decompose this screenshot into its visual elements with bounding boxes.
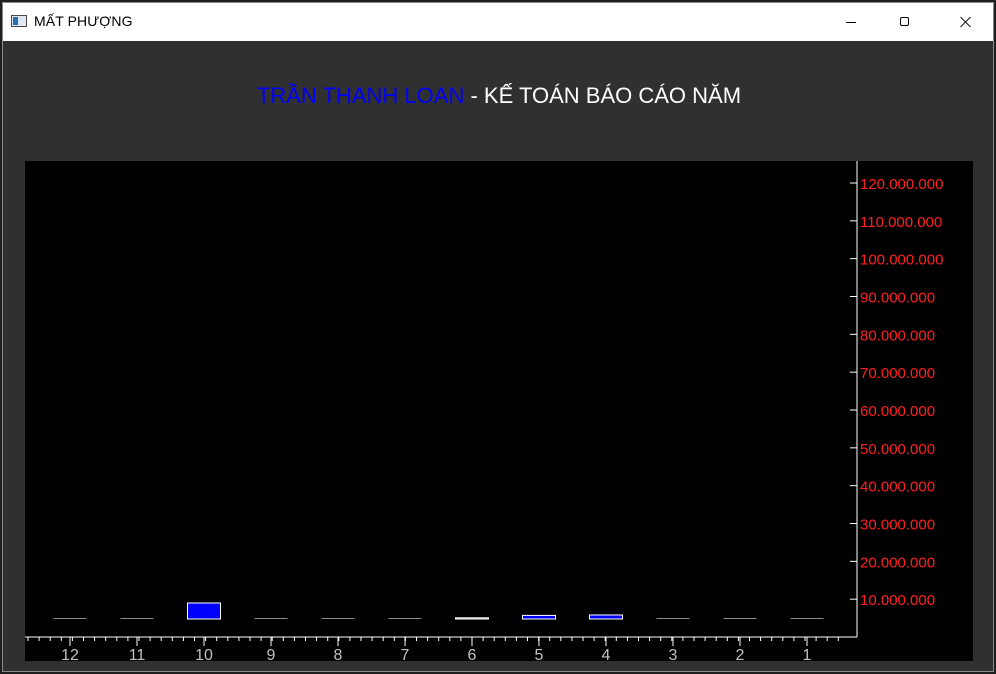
x-tick-label: 11 xyxy=(129,647,146,664)
bar xyxy=(53,618,87,619)
minimize-button[interactable] xyxy=(829,3,875,41)
x-tick-label: 6 xyxy=(468,647,477,664)
bar xyxy=(388,618,422,619)
bar xyxy=(790,618,824,619)
report-heading: TRẦN THANH LOAN - KẾ TOÁN BÁO CÁO NĂM xyxy=(3,83,993,109)
close-button[interactable] xyxy=(943,3,989,41)
bar xyxy=(254,618,288,619)
bar xyxy=(321,618,355,619)
bar xyxy=(187,602,221,620)
heading-title: KẾ TOÁN BÁO CÁO NĂM xyxy=(483,83,742,108)
y-tick-label: 110.000.000 xyxy=(860,214,942,231)
bar xyxy=(723,618,757,619)
x-tick-label: 3 xyxy=(669,647,678,664)
heading-name: TRẦN THANH LOAN xyxy=(256,83,465,108)
bar xyxy=(455,617,489,620)
bar xyxy=(120,618,154,619)
y-tick-label: 30.000.000 xyxy=(860,517,935,534)
bar xyxy=(589,614,623,620)
x-tick-label: 9 xyxy=(267,647,276,664)
y-tick-label: 60.000.000 xyxy=(860,403,935,420)
x-tick-label: 4 xyxy=(602,647,611,664)
y-tick-label: 20.000.000 xyxy=(860,554,935,571)
x-tick-label: 8 xyxy=(334,647,343,664)
title-bar[interactable]: MẤT PHƯỢNG xyxy=(3,3,993,41)
window-title: MẤT PHƯỢNG xyxy=(34,13,133,29)
y-tick-label: 50.000.000 xyxy=(860,441,935,458)
app-window: MẤT PHƯỢNG TRẦN THANH LOAN - KẾ TOÁN BÁO… xyxy=(2,2,994,672)
maximize-button[interactable] xyxy=(883,3,929,41)
y-tick-label: 10.000.000 xyxy=(860,592,935,609)
bar xyxy=(522,614,556,620)
bar xyxy=(656,618,690,619)
plot-area xyxy=(25,161,973,661)
bar-chart: 10.000.000 20.000.000 30.000.000 40.000.000… xyxy=(25,161,973,664)
x-tick-label: 1 xyxy=(803,647,812,664)
y-tick-label: 120.000.000 xyxy=(860,176,943,193)
y-tick-label: 90.000.000 xyxy=(860,290,935,307)
y-tick-label: 80.000.000 xyxy=(860,327,935,344)
x-tick-label: 10 xyxy=(195,647,213,664)
y-tick-label: 40.000.000 xyxy=(860,479,935,496)
x-tick-label: 5 xyxy=(535,647,544,664)
x-tick-label: 2 xyxy=(736,647,745,664)
app-icon xyxy=(11,15,27,27)
y-tick-label: 70.000.000 xyxy=(860,365,935,382)
x-tick-label: 7 xyxy=(401,647,410,664)
x-tick-label: 12 xyxy=(61,647,79,664)
y-tick-label: 100.000.000 xyxy=(860,252,943,269)
heading-separator: - xyxy=(464,83,484,108)
